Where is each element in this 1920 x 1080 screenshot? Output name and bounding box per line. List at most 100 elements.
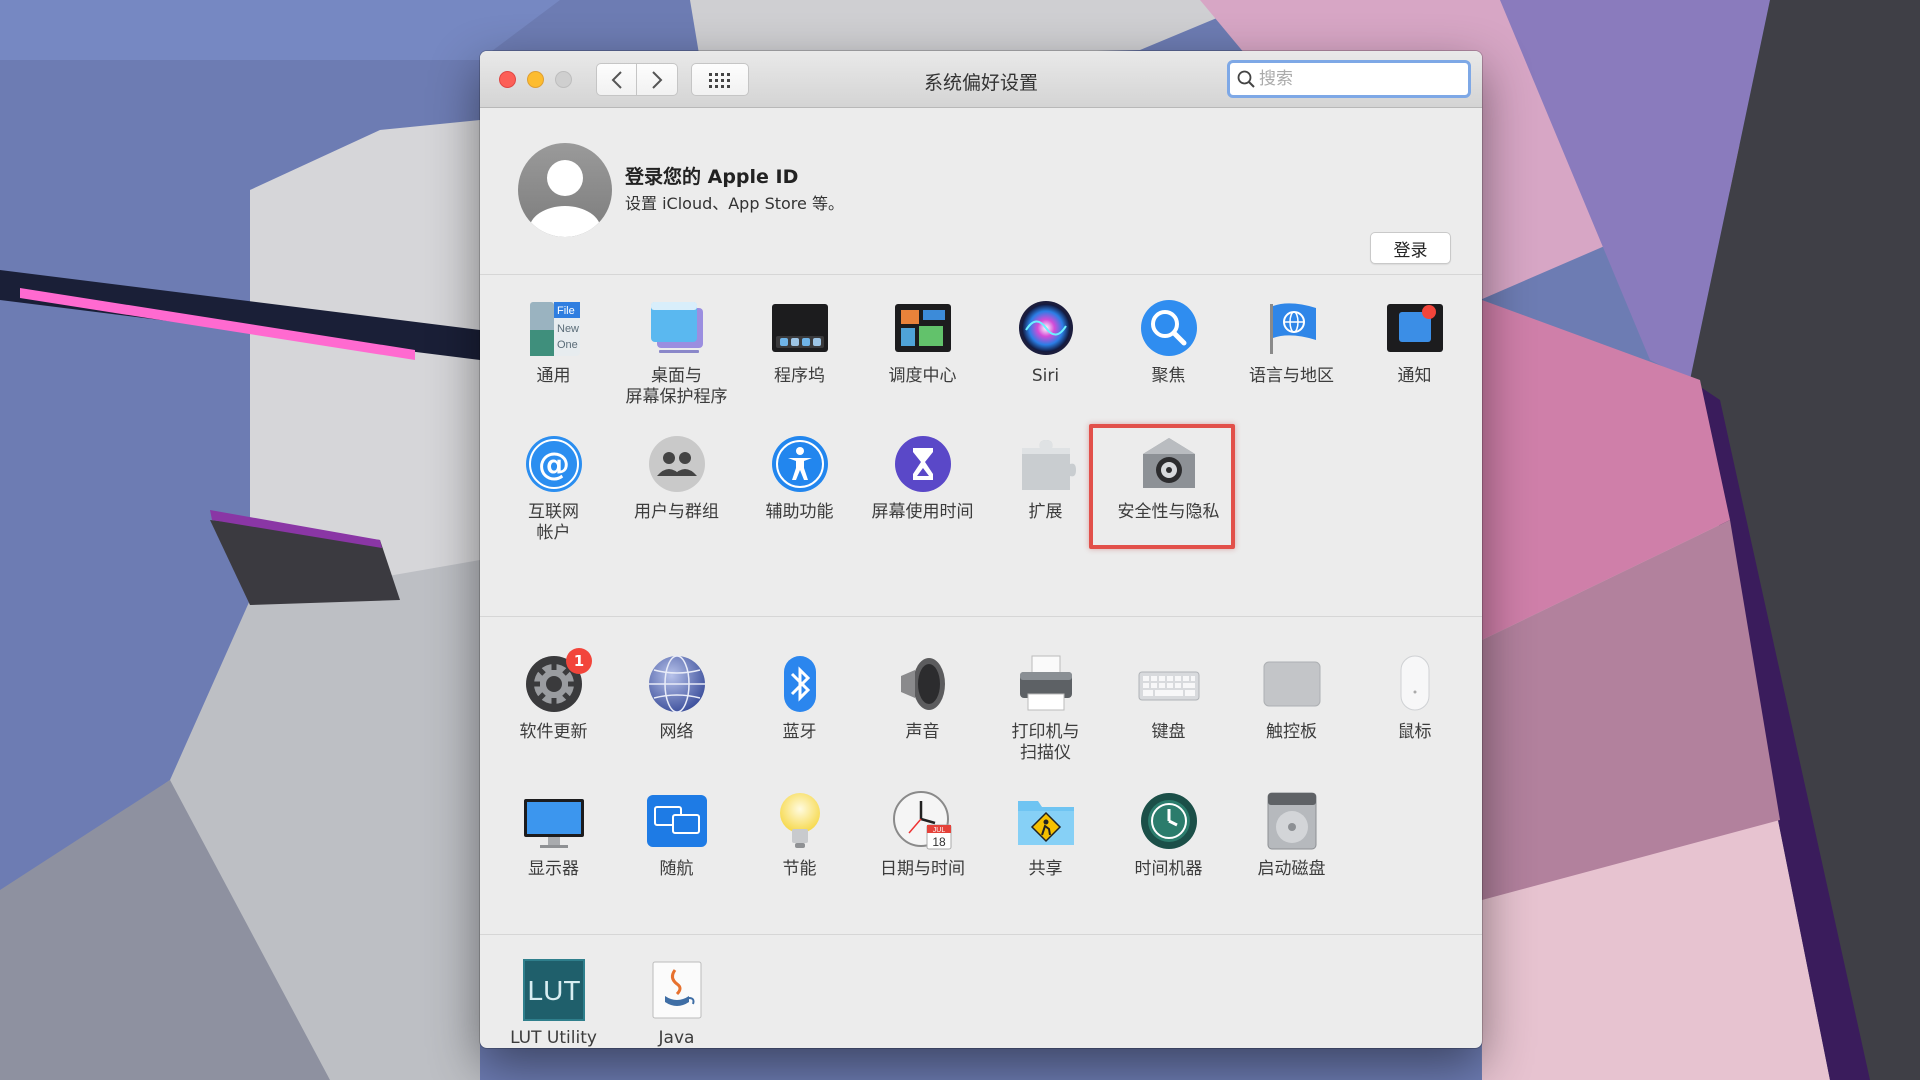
search-field[interactable]	[1227, 60, 1471, 98]
hardware-prefs-section: 1 软件更新 网络 蓝牙 声音 打印机与 扫描仪 键盘 触控板 鼠标 显示器 随…	[480, 616, 1482, 934]
svg-text:JUL: JUL	[932, 827, 945, 834]
displays-icon	[523, 799, 584, 848]
pane-label: 用户与群组	[634, 502, 719, 522]
pane-trackpad[interactable]: 触控板	[1230, 652, 1353, 743]
apple-id-section: 登录您的 Apple ID 设置 iCloud、App Store 等。 登录	[480, 108, 1482, 275]
pane-mouse[interactable]: 鼠标	[1353, 652, 1476, 743]
pane-java[interactable]: Java	[615, 958, 738, 1048]
svg-text:One: One	[557, 339, 578, 351]
pane-siri[interactable]: Siri	[984, 296, 1107, 387]
pane-label: 语言与地区	[1249, 366, 1334, 386]
search-input[interactable]	[1259, 69, 1459, 89]
pane-keyboard[interactable]: 键盘	[1107, 652, 1230, 743]
notifications-icon	[1386, 304, 1443, 352]
pane-label: 共享	[1028, 859, 1063, 879]
trackpad-icon	[1263, 661, 1320, 707]
spotlight-icon	[1140, 300, 1197, 356]
login-button[interactable]: 登录	[1370, 232, 1451, 264]
pane-time-machine[interactable]: 时间机器	[1107, 789, 1230, 880]
svg-text:@: @	[538, 445, 570, 483]
apple-id-subtitle: 设置 iCloud、App Store 等。	[625, 194, 844, 213]
third-party-prefs-section: LUT LUT Utility Java	[480, 934, 1482, 1048]
pane-label: 时间机器	[1134, 859, 1203, 879]
pane-accessibility[interactable]: 辅助功能	[738, 432, 861, 523]
printers-scanners-icon	[1019, 655, 1072, 711]
internet-accounts-icon: @	[525, 436, 582, 492]
sharing-icon	[1017, 801, 1074, 845]
pane-sound[interactable]: 声音	[861, 652, 984, 743]
pane-label: 通用	[536, 366, 571, 386]
pane-bluetooth[interactable]: 蓝牙	[738, 652, 861, 743]
pane-label: 蓝牙	[782, 722, 817, 742]
pane-label: 屏幕使用时间	[871, 502, 974, 522]
pane-users-groups[interactable]: 用户与群组	[615, 432, 738, 523]
apple-id-title: 登录您的 Apple ID	[625, 166, 799, 188]
pane-label: 软件更新	[519, 722, 588, 742]
svg-text:LUT: LUT	[527, 975, 580, 1006]
pane-general[interactable]: File New One 通用	[492, 296, 615, 387]
pane-mission-control[interactable]: 调度中心	[861, 296, 984, 387]
pane-label: 聚焦	[1151, 366, 1186, 386]
pane-label: LUT Utility	[510, 1028, 597, 1048]
pane-lut-utility[interactable]: LUT LUT Utility	[492, 958, 615, 1048]
sidecar-icon	[646, 795, 707, 847]
pane-label: Java	[658, 1028, 695, 1048]
pane-label: 显示器	[528, 859, 579, 879]
svg-text:18: 18	[932, 835, 946, 849]
bluetooth-icon	[783, 656, 816, 712]
pane-label: 触控板	[1266, 722, 1317, 742]
siri-icon	[1018, 301, 1073, 355]
pane-energy-saver[interactable]: 节能	[738, 789, 861, 880]
pane-sidecar[interactable]: 随航	[615, 789, 738, 880]
mission-control-icon	[894, 304, 951, 352]
pane-date-time[interactable]: JUL 18 日期与时间	[861, 789, 984, 880]
users-groups-icon	[648, 436, 705, 492]
pane-label: Siri	[1031, 366, 1060, 386]
pane-internet-accounts[interactable]: @ 互联网 帐户	[492, 432, 615, 544]
pane-label: 互联网 帐户	[528, 502, 579, 543]
title-bar: 系统偏好设置	[480, 51, 1482, 108]
network-icon	[648, 655, 705, 713]
pane-dock[interactable]: 程序坞	[738, 296, 861, 387]
avatar[interactable]	[517, 142, 613, 238]
pane-label: 声音	[905, 722, 940, 742]
svg-text:File: File	[557, 305, 575, 317]
general-icon: File New One	[529, 302, 580, 356]
pane-sharing[interactable]: 共享	[984, 789, 1107, 880]
pane-label: 程序坞	[774, 366, 825, 386]
pane-startup-disk[interactable]: 启动磁盘	[1230, 789, 1353, 880]
pane-label: 日期与时间	[880, 859, 965, 879]
pane-network[interactable]: 网络	[615, 652, 738, 743]
mouse-icon	[1400, 655, 1429, 711]
pane-label: 打印机与 扫描仪	[1011, 722, 1080, 763]
startup-disk-icon	[1267, 792, 1316, 850]
pane-displays[interactable]: 显示器	[492, 789, 615, 880]
pane-label: 随航	[659, 859, 694, 879]
pane-desktop-screensaver[interactable]: 桌面与 屏幕保护程序	[615, 296, 738, 408]
update-badge: 1	[566, 648, 592, 674]
language-region-icon	[1269, 303, 1316, 354]
pane-label: 辅助功能	[765, 502, 834, 522]
pane-label: 桌面与 屏幕保护程序	[625, 366, 728, 407]
pane-notifications[interactable]: 通知	[1353, 296, 1476, 387]
pane-label: 键盘	[1151, 722, 1186, 742]
system-preferences-window: 系统偏好设置 登录您的 Apple ID 设置 iCloud、App Store…	[480, 51, 1482, 1048]
lut-utility-icon: LUT	[522, 959, 585, 1021]
date-time-icon: JUL 18	[892, 791, 951, 850]
search-icon	[1237, 70, 1255, 88]
pane-language-region[interactable]: 语言与地区	[1230, 296, 1353, 387]
pane-label: 节能	[782, 859, 817, 879]
pane-printers-scanners[interactable]: 打印机与 扫描仪	[984, 652, 1107, 764]
pane-screen-time[interactable]: 屏幕使用时间	[861, 432, 984, 523]
highlight-frame	[1089, 424, 1235, 549]
extensions-icon	[1021, 440, 1076, 490]
personal-prefs-section: File New One 通用 桌面与 屏幕保护程序 程序坞 调度中心 Siri…	[480, 276, 1482, 616]
pane-label: 调度中心	[888, 366, 957, 386]
svg-text:New: New	[557, 323, 579, 335]
time-machine-icon	[1140, 793, 1197, 849]
pane-software-update[interactable]: 1 软件更新	[492, 648, 615, 743]
keyboard-icon	[1138, 671, 1199, 701]
pane-label: 鼠标	[1397, 722, 1432, 742]
pane-spotlight[interactable]: 聚焦	[1107, 296, 1230, 387]
energy-saver-icon	[779, 793, 820, 848]
